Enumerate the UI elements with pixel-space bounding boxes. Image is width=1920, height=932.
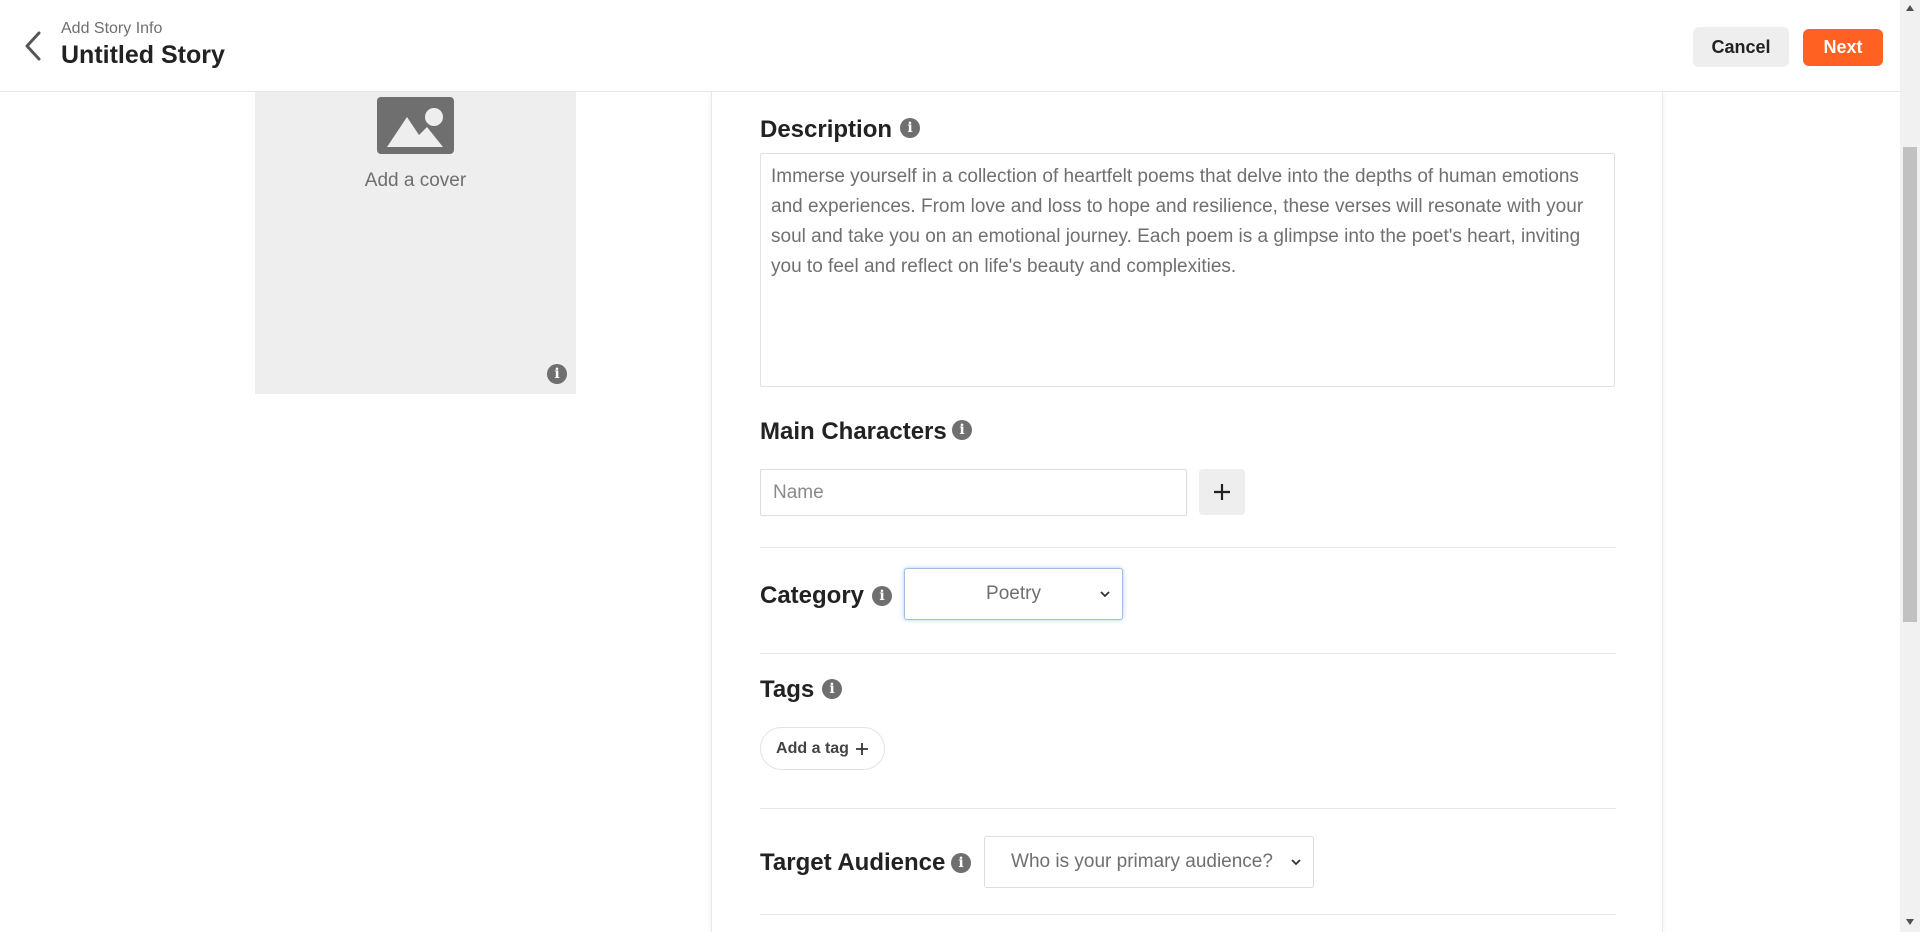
chevron-down-icon: [1291, 859, 1301, 866]
image-placeholder-icon: [377, 97, 454, 154]
scroll-down-arrow-icon[interactable]: [1905, 918, 1915, 926]
main-characters-label: Main Characters: [760, 418, 947, 445]
description-info-icon[interactable]: i: [900, 118, 920, 138]
chevron-down-icon: [1100, 591, 1110, 598]
category-select[interactable]: Poetry: [904, 568, 1123, 620]
next-button[interactable]: Next: [1803, 29, 1883, 66]
vertical-scrollbar[interactable]: [1900, 0, 1920, 932]
story-title: Untitled Story: [61, 41, 225, 69]
page-subtitle: Add Story Info: [61, 20, 163, 37]
add-tag-button[interactable]: Add a tag: [760, 727, 885, 770]
add-character-button[interactable]: [1199, 469, 1245, 515]
scrollbar-thumb[interactable]: [1903, 147, 1917, 622]
target-audience-info-icon[interactable]: i: [951, 853, 971, 873]
character-name-input[interactable]: [760, 469, 1187, 516]
section-divider: [760, 914, 1616, 915]
section-divider: [760, 653, 1616, 654]
add-tag-label: Add a tag: [776, 739, 849, 757]
top-bar: Add Story Info Untitled Story Cancel Nex…: [0, 0, 1900, 92]
description-label: Description: [760, 116, 893, 143]
add-cover-area[interactable]: Add a cover i: [255, 92, 576, 394]
category-info-icon[interactable]: i: [872, 586, 892, 606]
target-audience-selected-value: Who is your primary audience?: [1011, 851, 1273, 872]
plus-icon: [855, 742, 868, 755]
tags-label: Tags: [760, 676, 815, 703]
section-divider: [760, 547, 1616, 548]
target-audience-label: Target Audience: [760, 849, 946, 876]
scroll-up-arrow-icon[interactable]: [1905, 4, 1915, 12]
section-divider: [760, 808, 1616, 809]
cancel-button[interactable]: Cancel: [1693, 27, 1789, 67]
description-textarea[interactable]: Immerse yourself in a collection of hear…: [760, 153, 1615, 387]
back-arrow-icon[interactable]: [18, 28, 48, 64]
category-label: Category: [760, 582, 865, 609]
tags-info-icon[interactable]: i: [822, 679, 842, 699]
add-cover-label: Add a cover: [364, 170, 467, 191]
main-characters-info-icon[interactable]: i: [952, 420, 972, 440]
cover-info-icon[interactable]: i: [547, 364, 567, 384]
category-selected-value: Poetry: [986, 583, 1041, 604]
target-audience-select[interactable]: Who is your primary audience?: [984, 836, 1314, 888]
plus-icon: [1214, 484, 1230, 500]
